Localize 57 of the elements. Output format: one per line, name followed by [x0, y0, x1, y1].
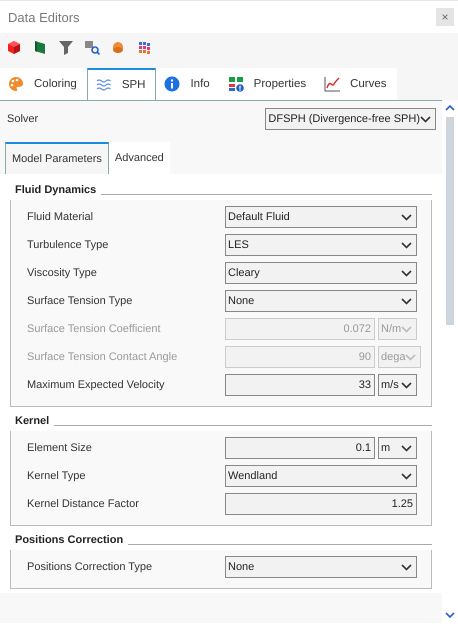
field-label: Element Size	[27, 442, 92, 454]
unit-dropdown[interactable]: m	[378, 437, 417, 459]
scrollbar-thumb[interactable]	[446, 117, 454, 325]
palette-icon	[8, 76, 24, 92]
field-label: Surface Tension Contact Angle	[27, 351, 178, 363]
field-label: Surface Tension Coefficient	[27, 323, 161, 335]
solver-dropdown[interactable]: DFSPH (Divergence-free SPH)	[265, 108, 436, 130]
dropdown[interactable]: Default Fluid	[225, 206, 417, 228]
number-field[interactable]: 1.25	[225, 493, 417, 515]
properties-icon	[228, 76, 244, 92]
field-label: Viscosity Type	[27, 267, 97, 279]
section-title: Fluid Dynamics	[14, 184, 98, 196]
search-cube-icon[interactable]	[84, 39, 100, 55]
field-label: Turbulence Type	[27, 239, 108, 251]
line-chart-icon	[324, 76, 340, 92]
field-label: Positions Correction Type	[27, 561, 152, 573]
close-button[interactable]: ×	[436, 8, 454, 26]
chevron-down-icon	[401, 472, 412, 480]
field-label: Maximum Expected Velocity	[27, 379, 165, 391]
dropdown[interactable]: Wendland	[225, 465, 417, 487]
cube-icon[interactable]	[6, 39, 22, 55]
field-label: Kernel Type	[27, 470, 86, 482]
tab[interactable]: Model Parameters	[5, 142, 109, 174]
chevron-down-icon	[401, 564, 412, 570]
number-field[interactable]: 33	[225, 374, 375, 396]
unit-dropdown[interactable]: m/s	[378, 374, 417, 396]
section-title: Kernel	[14, 415, 50, 427]
chevron-down-icon	[420, 116, 431, 122]
funnel-icon[interactable]	[58, 39, 74, 55]
chevron-down-icon	[401, 444, 412, 452]
chevron-down-icon	[401, 382, 412, 388]
dropdown[interactable]: Cleary	[225, 262, 417, 284]
chevron-down-icon	[401, 326, 412, 332]
tab[interactable]: SPH	[86, 68, 156, 100]
field-label: Fluid Material	[27, 211, 94, 223]
waves-icon	[96, 77, 112, 93]
info-icon	[164, 76, 180, 92]
chevron-down-icon	[401, 214, 412, 220]
dropdown[interactable]: None	[225, 290, 417, 312]
field-label: Kernel Distance Factor	[27, 498, 139, 510]
dropdown[interactable]: LES	[225, 234, 417, 256]
grid-icon[interactable]	[136, 39, 152, 55]
section-title: Positions Correction	[14, 534, 124, 546]
scroll-down-icon[interactable]	[445, 612, 455, 619]
flag-icon[interactable]	[32, 39, 48, 55]
chevron-down-icon	[401, 270, 412, 276]
tab[interactable]: Advanced	[108, 142, 170, 174]
field-label: Surface Tension Type	[27, 295, 132, 307]
chevron-down-icon	[401, 242, 412, 248]
cylinder-icon[interactable]	[110, 39, 126, 55]
number-field[interactable]: 0.1	[225, 437, 375, 459]
dropdown[interactable]: None	[225, 556, 417, 578]
solver-label: Solver	[7, 113, 38, 125]
window-title: Data Editors	[8, 10, 80, 24]
chevron-down-icon	[405, 354, 416, 360]
scroll-up-icon[interactable]	[445, 104, 455, 111]
chevron-down-icon	[401, 298, 412, 304]
